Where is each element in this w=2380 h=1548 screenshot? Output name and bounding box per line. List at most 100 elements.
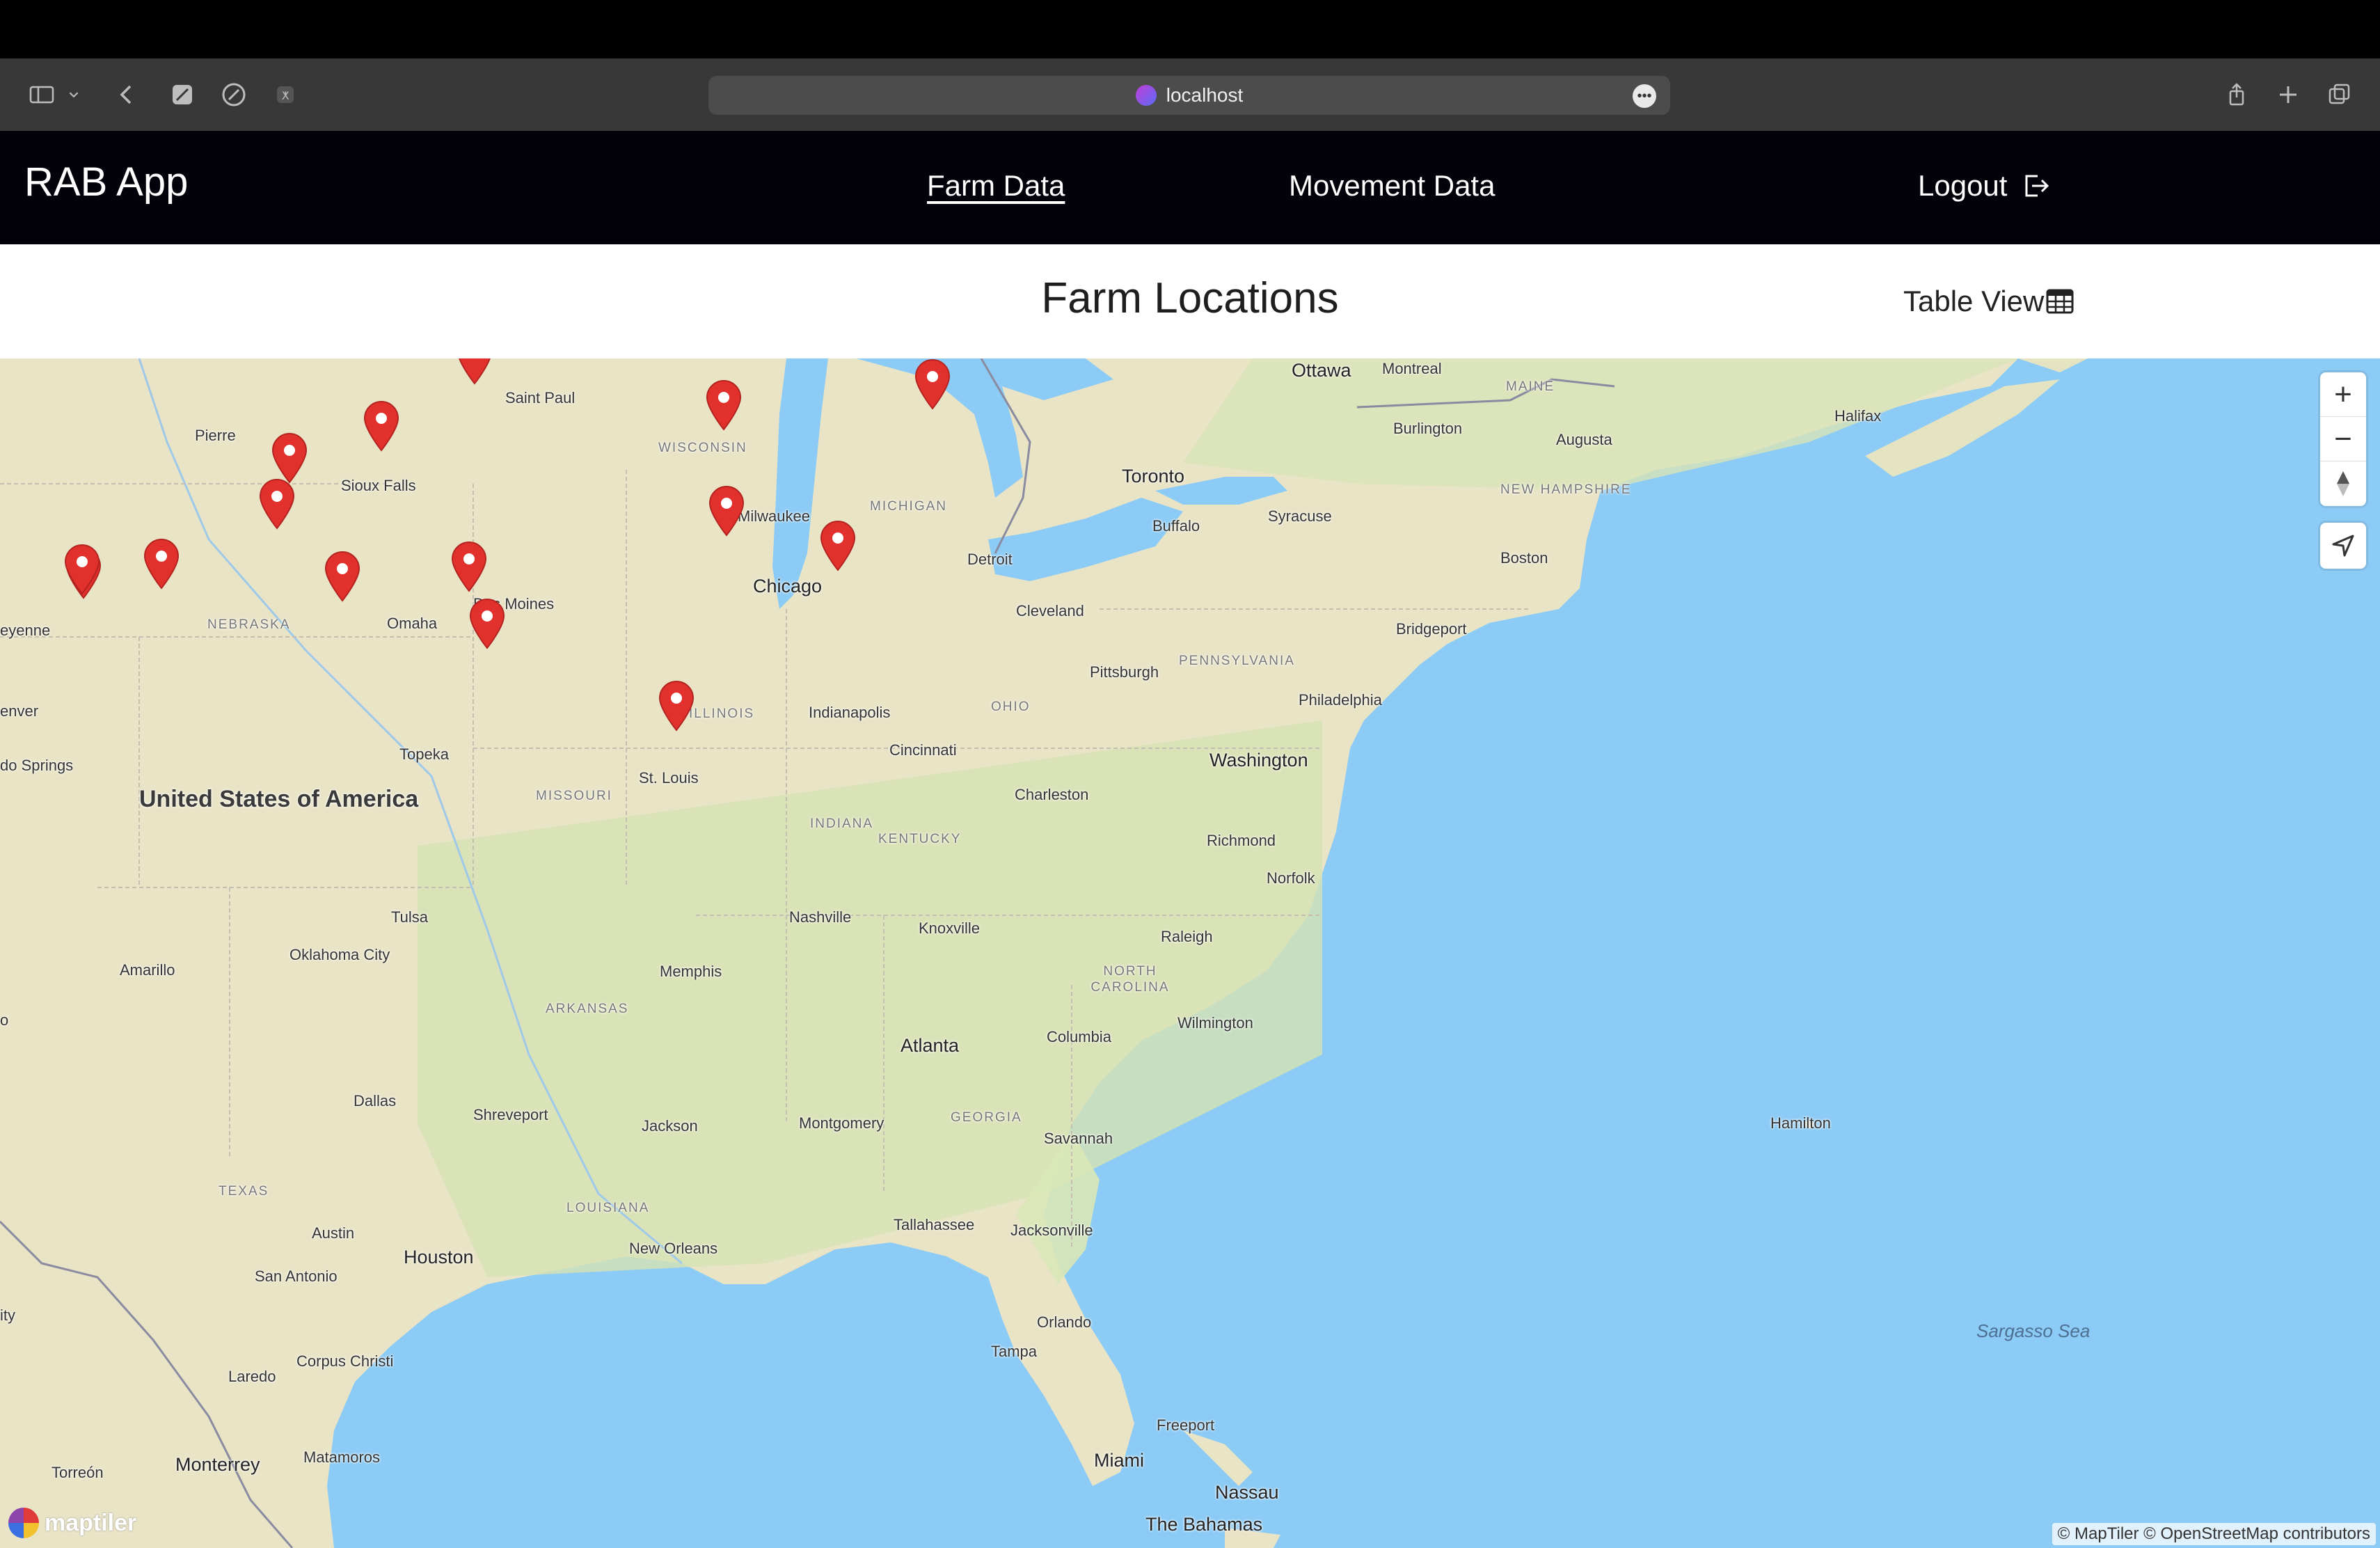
zoom-in-button[interactable]: + <box>2320 372 2366 417</box>
farm-marker[interactable] <box>657 680 696 732</box>
farm-marker[interactable] <box>455 358 494 385</box>
logout-button[interactable]: Logout <box>1918 169 2052 203</box>
label-charleston: Charleston <box>1015 786 1089 803</box>
farm-marker[interactable] <box>270 432 309 484</box>
label-tallahassee: Tallahassee <box>894 1216 975 1233</box>
label-jackson: Jackson <box>642 1117 698 1135</box>
maptiler-logo-icon <box>8 1508 39 1538</box>
label-orlando: Orlando <box>1037 1313 1092 1331</box>
farm-marker[interactable] <box>468 598 507 649</box>
label-richmond: Richmond <box>1207 832 1276 849</box>
chevron-down-icon[interactable] <box>64 79 84 110</box>
sidebar-toggle-icon[interactable] <box>26 79 57 110</box>
map-navigation-controls: + − <box>2320 372 2366 506</box>
page-header: Farm Locations Table View <box>0 244 2380 358</box>
label-missouri: MISSOURI <box>536 789 612 803</box>
label-texas: TEXAS <box>219 1184 269 1199</box>
label-freeport: Freeport <box>1157 1416 1215 1434</box>
table-icon <box>2046 289 2074 314</box>
label-cheyenne: eyenne <box>0 622 51 639</box>
label-columbia: Columbia <box>1047 1028 1111 1045</box>
label-memphis: Memphis <box>660 963 722 980</box>
label-burlington: Burlington <box>1393 420 1463 437</box>
label-savannah: Savannah <box>1044 1130 1113 1147</box>
label-georgia: GEORGIA <box>951 1110 1022 1125</box>
address-bar[interactable]: localhost ••• <box>708 76 1670 115</box>
label-tampa: Tampa <box>991 1343 1038 1360</box>
label-toronto: Toronto <box>1122 466 1185 487</box>
nav-movement-data[interactable]: Movement Data <box>1289 169 1495 203</box>
label-topeka: Topeka <box>399 745 449 763</box>
label-jacksonville: Jacksonville <box>1010 1222 1093 1239</box>
label-buffalo: Buffalo <box>1152 517 1200 535</box>
label-pierre: Pierre <box>195 427 236 444</box>
label-syracuse: Syracuse <box>1268 507 1332 525</box>
label-raleigh: Raleigh <box>1161 928 1213 945</box>
privacy-icon[interactable]: ⵅ <box>270 79 301 110</box>
label-miami: Miami <box>1094 1450 1144 1471</box>
browser-toolbar: ⵅ localhost ••• <box>0 58 2380 131</box>
label-amarillo: Amarillo <box>120 961 175 979</box>
label-pittsburgh: Pittsburgh <box>1090 663 1159 681</box>
label-nebraska: NEBRASKA <box>207 617 291 632</box>
label-boston: Boston <box>1500 549 1548 567</box>
geolocate-button[interactable] <box>2320 523 2366 569</box>
label-austin: Austin <box>312 1224 355 1242</box>
label-nashville: Nashville <box>789 908 852 926</box>
label-partial-o: o <box>0 1011 9 1029</box>
brand-logo[interactable]: RAB App <box>24 159 188 205</box>
label-tulsa: Tulsa <box>391 908 428 926</box>
map-attribution[interactable]: © MapTiler © OpenStreetMap contributors <box>2052 1523 2376 1545</box>
label-louisiana: LOUISIANA <box>566 1201 650 1215</box>
new-tab-icon[interactable] <box>2273 79 2303 110</box>
farm-marker[interactable] <box>362 400 401 452</box>
system-top-bar <box>0 0 2380 58</box>
label-mexico-city-partial: ity <box>0 1306 15 1324</box>
zoom-out-button[interactable]: − <box>2320 417 2366 461</box>
label-monterrey: Monterrey <box>175 1454 260 1475</box>
label-sargasso-sea: Sargasso Sea <box>1976 1320 2091 1341</box>
label-shreveport: Shreveport <box>473 1106 548 1123</box>
label-torreon: Torreón <box>51 1464 104 1481</box>
compass-icon[interactable] <box>219 79 249 110</box>
svg-text:ⵅ: ⵅ <box>282 89 289 102</box>
maptiler-logo[interactable]: maptiler <box>8 1508 136 1538</box>
label-colorado-springs: do Springs <box>0 757 74 774</box>
label-illinois: ILLINOIS <box>689 706 755 721</box>
extension-icon[interactable] <box>167 79 198 110</box>
more-options-icon[interactable]: ••• <box>1633 84 1656 108</box>
tab-overview-icon[interactable] <box>2324 79 2355 110</box>
farm-marker[interactable] <box>142 538 181 590</box>
farm-map[interactable]: Ottawa Montreal MAINE Halifax Burlington… <box>0 358 2380 1548</box>
label-san-antonio: San Antonio <box>255 1267 338 1285</box>
farm-marker[interactable] <box>257 478 296 530</box>
farm-marker[interactable] <box>450 541 489 592</box>
farm-marker[interactable] <box>818 520 857 571</box>
label-wisconsin: WISCONSIN <box>658 441 747 455</box>
farm-marker[interactable] <box>704 379 743 431</box>
label-montgomery: Montgomery <box>799 1114 884 1132</box>
maptiler-logo-text: maptiler <box>45 1509 137 1536</box>
label-houston: Houston <box>404 1247 474 1267</box>
label-indiana: INDIANA <box>810 816 874 831</box>
app-navbar: RAB App Farm Data Movement Data Logout <box>0 131 2380 244</box>
label-new-orleans: New Orleans <box>629 1240 718 1257</box>
farm-marker[interactable] <box>63 544 102 595</box>
label-chicago: Chicago <box>753 576 823 597</box>
label-new-hampshire: NEW HAMPSHIRE <box>1500 482 1632 497</box>
back-icon[interactable] <box>111 79 142 110</box>
label-matamoros: Matamoros <box>303 1448 381 1466</box>
farm-marker[interactable] <box>913 358 952 410</box>
farm-marker[interactable] <box>707 485 746 537</box>
label-wilmington: Wilmington <box>1177 1014 1253 1032</box>
nav-farm-data[interactable]: Farm Data <box>927 169 1065 203</box>
compass-button[interactable] <box>2320 461 2366 506</box>
farm-marker[interactable] <box>323 551 362 602</box>
label-kentucky: KENTUCKY <box>878 832 962 846</box>
label-atlanta: Atlanta <box>901 1035 960 1056</box>
table-view-button[interactable]: Table View <box>1903 285 2074 318</box>
label-arkansas: ARKANSAS <box>546 1002 629 1016</box>
label-north-carolina: NORTH CAROLINA <box>1090 964 1170 995</box>
label-detroit: Detroit <box>967 551 1013 568</box>
share-icon[interactable] <box>2221 79 2252 110</box>
